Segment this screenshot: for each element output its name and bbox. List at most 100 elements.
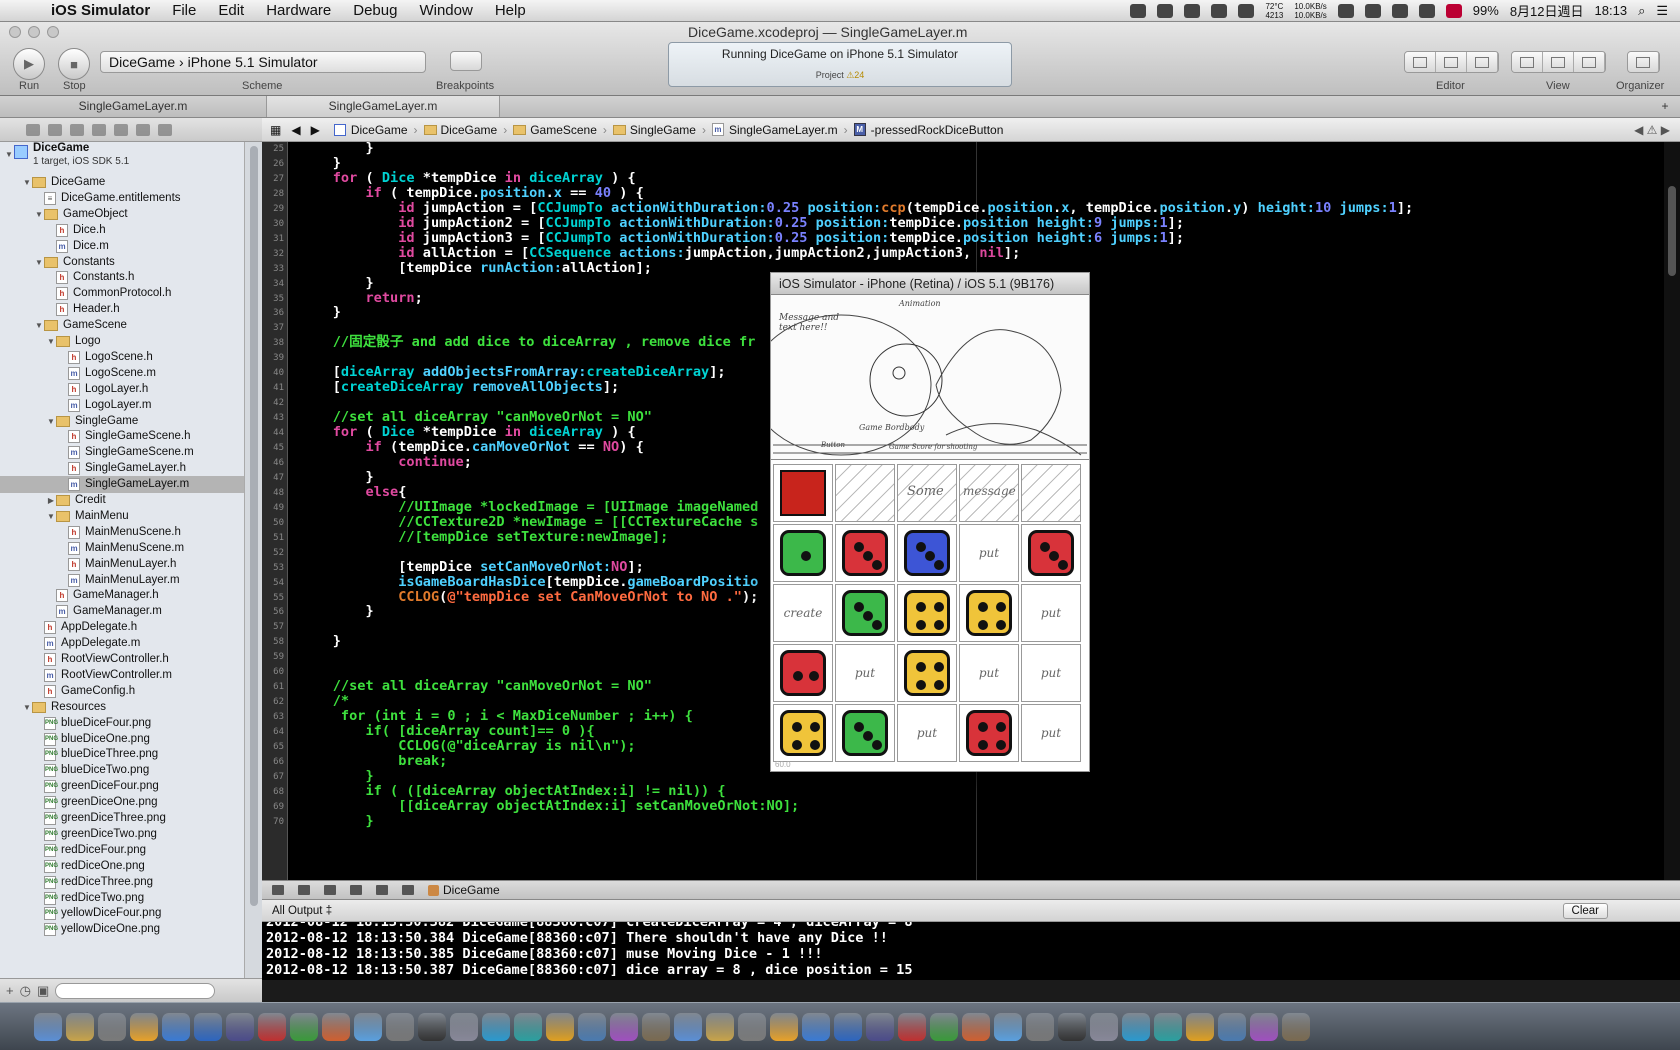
wifi-icon[interactable] xyxy=(1418,3,1435,18)
bluetooth-icon[interactable] xyxy=(1364,3,1381,18)
battery-percent[interactable]: 99% xyxy=(1473,3,1499,18)
dock-app-icon[interactable] xyxy=(386,1012,414,1041)
navigator-file[interactable]: h Header.h xyxy=(46,301,120,318)
board-cell-empty[interactable]: put xyxy=(1021,644,1081,702)
navigator-file[interactable]: m MainMenuLayer.m xyxy=(58,572,180,589)
board-cell-empty[interactable]: put xyxy=(1021,584,1081,642)
dock-app-icon[interactable] xyxy=(674,1012,702,1041)
dock-app-icon[interactable] xyxy=(450,1012,478,1041)
navigator-file[interactable]: PNG greenDiceTwo.png xyxy=(34,826,157,843)
game-sketch-header[interactable]: Message and text here!! Animation Game B… xyxy=(771,295,1089,460)
dock-app-icon[interactable] xyxy=(1250,1012,1278,1041)
board-cell-dice[interactable] xyxy=(1021,524,1081,582)
evernote-status-icon[interactable] xyxy=(1157,3,1174,18)
board-cell-empty[interactable]: create xyxy=(773,584,833,642)
red-dice-icon[interactable] xyxy=(780,650,826,696)
dock-app-icon[interactable] xyxy=(130,1012,158,1041)
yellow-dice-icon[interactable] xyxy=(780,710,826,756)
navigator-file[interactable]: PNG greenDiceFour.png xyxy=(34,778,159,795)
navigator-file[interactable]: PNG greenDiceOne.png xyxy=(34,794,158,811)
board-cell-empty[interactable]: put xyxy=(897,704,957,762)
dock-app-icon[interactable] xyxy=(1090,1012,1118,1041)
breakpoint-navigator-icon[interactable] xyxy=(136,123,150,136)
disclosure-open-icon[interactable]: ▼ xyxy=(34,317,44,334)
breadcrumb-file[interactable]: m SingleGameLayer.m xyxy=(706,123,844,137)
disclosure-open-icon[interactable]: ▼ xyxy=(46,508,56,525)
breadcrumb-group-singlegame[interactable]: SingleGame xyxy=(607,123,702,137)
board-cell-empty[interactable]: put xyxy=(959,644,1019,702)
yellow-dice-icon[interactable] xyxy=(966,590,1012,636)
navigator-file[interactable]: h RootViewController.h xyxy=(34,651,169,668)
dock-app-icon[interactable] xyxy=(802,1012,830,1041)
navigator-file[interactable]: ≡ DiceGame.entitlements xyxy=(34,190,181,207)
disclosure-closed-icon[interactable]: ▶ xyxy=(46,492,56,509)
debug-navigator-icon[interactable] xyxy=(114,123,128,136)
navigator-file[interactable]: PNG blueDiceThree.png xyxy=(34,746,158,763)
yellow-dice-icon[interactable] xyxy=(904,590,950,636)
board-cell-dice[interactable] xyxy=(835,704,895,762)
ios-simulator-window[interactable]: iOS Simulator - iPhone (Retina) / iOS 5.… xyxy=(770,272,1090,772)
navigator-file[interactable]: m GameManager.m xyxy=(46,603,162,620)
dock-app-icon[interactable] xyxy=(1026,1012,1054,1041)
navigator-file[interactable]: PNG redDiceThree.png xyxy=(34,874,153,891)
red-dice-icon[interactable] xyxy=(1028,530,1074,576)
unsaved-files-icon[interactable]: ▣ xyxy=(37,983,49,999)
simulator-title[interactable]: iOS Simulator - iPhone (Retina) / iOS 5.… xyxy=(771,273,1089,295)
navigator-file[interactable]: m RootViewController.m xyxy=(34,667,172,684)
navigator-filter-field[interactable] xyxy=(55,982,216,999)
dock-app-icon[interactable] xyxy=(1186,1012,1214,1041)
menu-app-name[interactable]: iOS Simulator xyxy=(40,2,161,19)
step-into-icon[interactable] xyxy=(350,885,362,895)
navigator-file[interactable]: m MainMenuScene.m xyxy=(58,540,184,557)
navigator-file[interactable]: m SingleGameScene.m xyxy=(58,444,194,461)
disclosure-open-icon[interactable]: ▼ xyxy=(22,699,32,716)
clear-console-button[interactable]: Clear xyxy=(1562,902,1608,919)
navigator-file[interactable]: h AppDelegate.h xyxy=(34,619,137,636)
dock-app-icon[interactable] xyxy=(866,1012,894,1041)
assistant-editor-button[interactable] xyxy=(1436,52,1467,72)
forward-arrow-icon[interactable]: ▶ xyxy=(311,123,328,137)
issue-arrows-icon[interactable]: ◀ ⚠ ▶ xyxy=(1634,123,1680,137)
board-cell-dice[interactable] xyxy=(835,584,895,642)
network-readout[interactable]: 10.0KB/s 10.0KB/s xyxy=(1294,2,1326,20)
dock-app-icon[interactable] xyxy=(66,1012,94,1041)
red-dice-icon[interactable] xyxy=(842,530,888,576)
disclosure-open-icon[interactable]: ▼ xyxy=(22,174,32,191)
dock-app-icon[interactable] xyxy=(770,1012,798,1041)
navigator-group[interactable]: ▼ Constants xyxy=(34,254,115,271)
menu-file[interactable]: File xyxy=(161,2,207,19)
board-cell-dice[interactable] xyxy=(773,524,833,582)
new-tab-plus-icon[interactable]: + xyxy=(1650,96,1680,117)
flag-us-icon[interactable] xyxy=(1445,3,1462,18)
simulate-location-icon[interactable] xyxy=(402,885,414,895)
window-close-icon[interactable] xyxy=(9,26,21,38)
navigator-file[interactable]: PNG redDiceTwo.png xyxy=(34,890,144,907)
navigator-group[interactable]: ▼ Logo xyxy=(46,333,101,350)
navigator-toggle-button[interactable] xyxy=(1512,52,1543,72)
dock-app-icon[interactable] xyxy=(546,1012,574,1041)
dock-app-icon[interactable] xyxy=(418,1012,446,1041)
green-dice-icon[interactable] xyxy=(780,530,826,576)
dock-app-icon[interactable] xyxy=(482,1012,510,1041)
menubar-time[interactable]: 18:13 xyxy=(1595,3,1628,18)
navigator-group[interactable]: ▼ GameObject xyxy=(34,206,128,223)
search-navigator-icon[interactable] xyxy=(70,123,84,136)
output-filter-popup[interactable]: All Output ‡ xyxy=(272,905,332,917)
spotlight-search-icon[interactable]: ⌕ xyxy=(1638,3,1645,19)
board-cell-locked[interactable] xyxy=(773,464,833,522)
breadcrumb-project[interactable]: DiceGame xyxy=(328,123,414,137)
navigator-file[interactable]: h SingleGameScene.h xyxy=(58,428,190,445)
menubar-date[interactable]: 8月12日週日 xyxy=(1510,1,1584,20)
navigator-scrollbar[interactable] xyxy=(244,142,262,978)
console-output[interactable]: 2012-08-12 18:13:50.382 DiceGame[88360:c… xyxy=(262,922,1680,980)
navigator-file[interactable]: h LogoLayer.h xyxy=(58,381,148,398)
dock-app-icon[interactable] xyxy=(1282,1012,1310,1041)
disclosure-open-icon[interactable]: ▼ xyxy=(46,333,56,350)
dock-app-icon[interactable] xyxy=(706,1012,734,1041)
board-cell-dice[interactable] xyxy=(773,704,833,762)
dock-app-icon[interactable] xyxy=(1218,1012,1246,1041)
board-cell-empty[interactable]: put xyxy=(959,524,1019,582)
board-cell-dice[interactable] xyxy=(959,584,1019,642)
game-board[interactable]: put create put put put put put put Some message xyxy=(771,460,1089,768)
menu-hardware[interactable]: Hardware xyxy=(255,2,342,19)
